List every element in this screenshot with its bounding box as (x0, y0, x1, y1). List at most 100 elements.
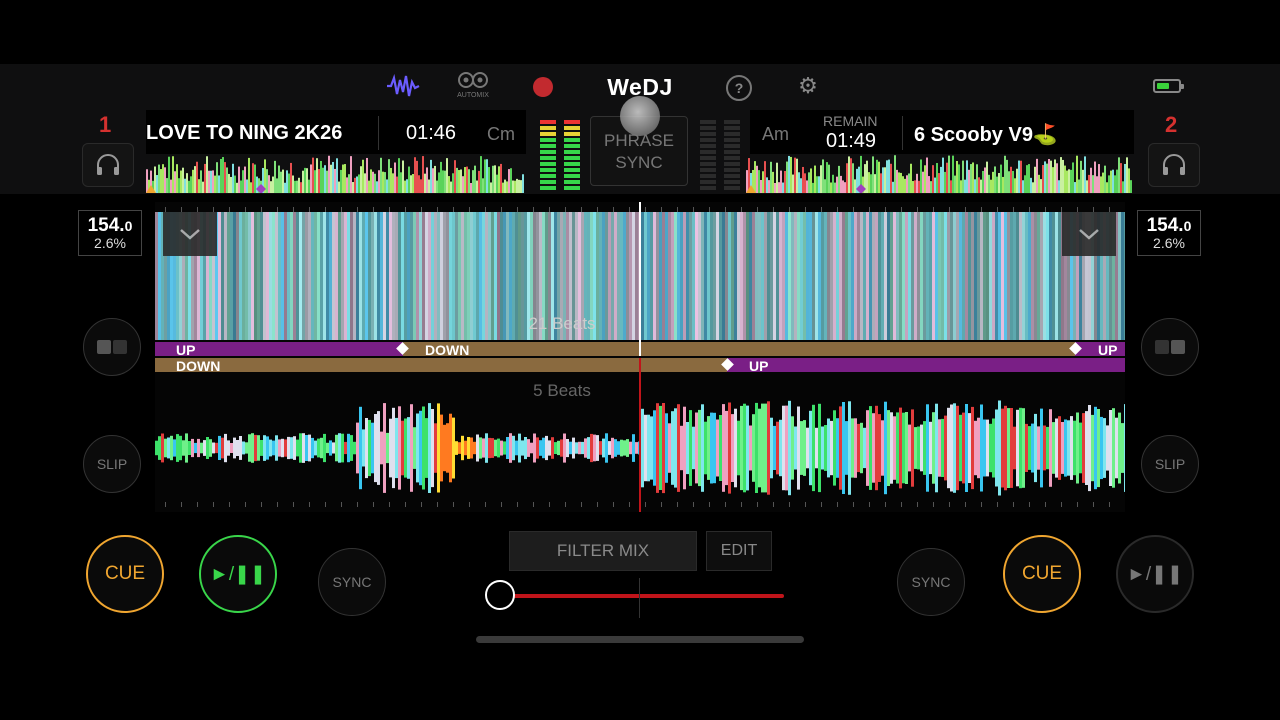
deck1-bpm-display[interactable]: 154.0 2.6% (78, 210, 142, 256)
waveform-bar (491, 212, 494, 340)
overview-bar (514, 180, 516, 193)
overview-bar (338, 181, 340, 193)
deck1-sync-button[interactable]: SYNC (318, 548, 386, 616)
overview-bar (1084, 156, 1086, 193)
waveform-bar (305, 212, 308, 340)
waveform-bar (1124, 404, 1125, 492)
overview-bar (838, 165, 840, 193)
overview-bar (502, 182, 504, 193)
deck1-cue-button[interactable]: CUE (86, 535, 164, 613)
deck2-collapse-button[interactable] (1062, 212, 1116, 256)
waveform-bar (713, 412, 716, 484)
deck2-bpm-display[interactable]: 154.0 2.6% (1137, 210, 1201, 256)
overview-bar (988, 174, 990, 193)
waveform-bar (1070, 416, 1073, 480)
deck1-slip-button[interactable]: SLIP (83, 435, 141, 493)
waveform-bar (227, 440, 230, 456)
overview-bar (294, 180, 296, 193)
waveform-bar (767, 212, 770, 340)
waveform-bar (527, 439, 530, 457)
deck2-slip-button[interactable]: SLIP (1141, 435, 1199, 493)
deck1-fx-toggle[interactable] (83, 318, 141, 376)
waveform-bar (257, 212, 260, 340)
overview-bar (822, 159, 824, 193)
waveform-bar (455, 441, 458, 455)
waveform-bar (923, 212, 926, 340)
deck2-overview-waveform[interactable] (746, 155, 1134, 193)
waveform-bar (437, 403, 440, 493)
waveform-bar (440, 414, 443, 482)
help-icon[interactable]: ? (726, 75, 752, 101)
waveform-bar (917, 212, 920, 340)
waveform-bar (632, 434, 635, 462)
overview-bar (1110, 170, 1112, 193)
deck2-cue-button[interactable]: CUE (1003, 535, 1081, 613)
deck1-overview-waveform[interactable] (146, 155, 526, 193)
waveform-bar (467, 212, 470, 340)
filter-mix-button[interactable]: FILTER MIX (509, 531, 697, 571)
waveform-bar (803, 212, 806, 340)
overview-bar (824, 179, 826, 193)
beat-tick (325, 502, 326, 507)
deck1-collapse-button[interactable] (163, 212, 217, 256)
divider (902, 116, 903, 150)
overview-bar (994, 166, 996, 193)
waveform-bar (314, 212, 317, 340)
overview-bar (932, 165, 934, 193)
crossfader[interactable] (485, 578, 784, 618)
edit-button[interactable]: EDIT (706, 531, 772, 571)
deck2-sync-button[interactable]: SYNC (897, 548, 965, 616)
record-button[interactable] (533, 77, 553, 97)
overview-bar (276, 178, 278, 193)
waveform-bar (947, 407, 950, 489)
meter-segment (540, 168, 556, 172)
meter-segment (724, 150, 740, 154)
waveform-bar (572, 437, 575, 459)
overview-bar (808, 172, 810, 193)
waveform-bar (1115, 417, 1118, 479)
deck2-fx-toggle[interactable] (1141, 318, 1199, 376)
overview-bar (898, 172, 900, 193)
chevron-down-icon (1079, 229, 1099, 240)
overview-bar (384, 172, 386, 193)
waveform-bar (254, 434, 257, 462)
automix-button[interactable]: AUTOMIX (452, 70, 494, 102)
overview-bar (958, 164, 960, 193)
waveform-bar (1058, 212, 1061, 340)
gear-icon[interactable]: ⚙ (796, 73, 820, 98)
waveform-icon[interactable] (386, 74, 420, 98)
overview-bar (194, 166, 196, 193)
waveform-bar (728, 402, 731, 494)
waveform-bar (698, 212, 701, 340)
beat-tick (629, 502, 630, 507)
waveform-bar (209, 439, 212, 457)
deck2-headphone-button[interactable] (1148, 143, 1200, 187)
waveform-bar (416, 413, 419, 483)
waveform-bar (926, 404, 929, 492)
phrase-sync-knob[interactable] (620, 96, 660, 136)
waveform-bar (431, 409, 434, 488)
deck1-play-pause-button[interactable]: ►/❚❚ (199, 535, 277, 613)
overview-bar (782, 182, 784, 193)
crossfader-knob[interactable] (485, 580, 515, 610)
waveform-bar (986, 212, 989, 340)
beat-tick (341, 502, 342, 507)
overview-bar (390, 167, 392, 193)
overview-bar (1044, 161, 1046, 193)
beats-top-label: 21 Beats (528, 314, 596, 333)
beat-tick (1093, 502, 1094, 507)
beat-tick (1045, 207, 1046, 212)
waveform-bar (341, 212, 344, 340)
waveform-bar (1043, 212, 1046, 340)
overview-bar (1120, 163, 1122, 193)
waveform-bar (659, 212, 662, 340)
deck1-headphone-button[interactable] (82, 143, 134, 187)
waveform-bar (1085, 411, 1088, 485)
overview-bar (976, 164, 978, 193)
waveform-bar (929, 212, 932, 340)
beat-tick (437, 502, 438, 507)
overview-bar (796, 158, 798, 193)
deck2-title: 6 Scooby V9⛳ (914, 124, 1058, 146)
waveform-bar (299, 433, 302, 463)
deck2-play-pause-button[interactable]: ►/❚❚ (1116, 535, 1194, 613)
